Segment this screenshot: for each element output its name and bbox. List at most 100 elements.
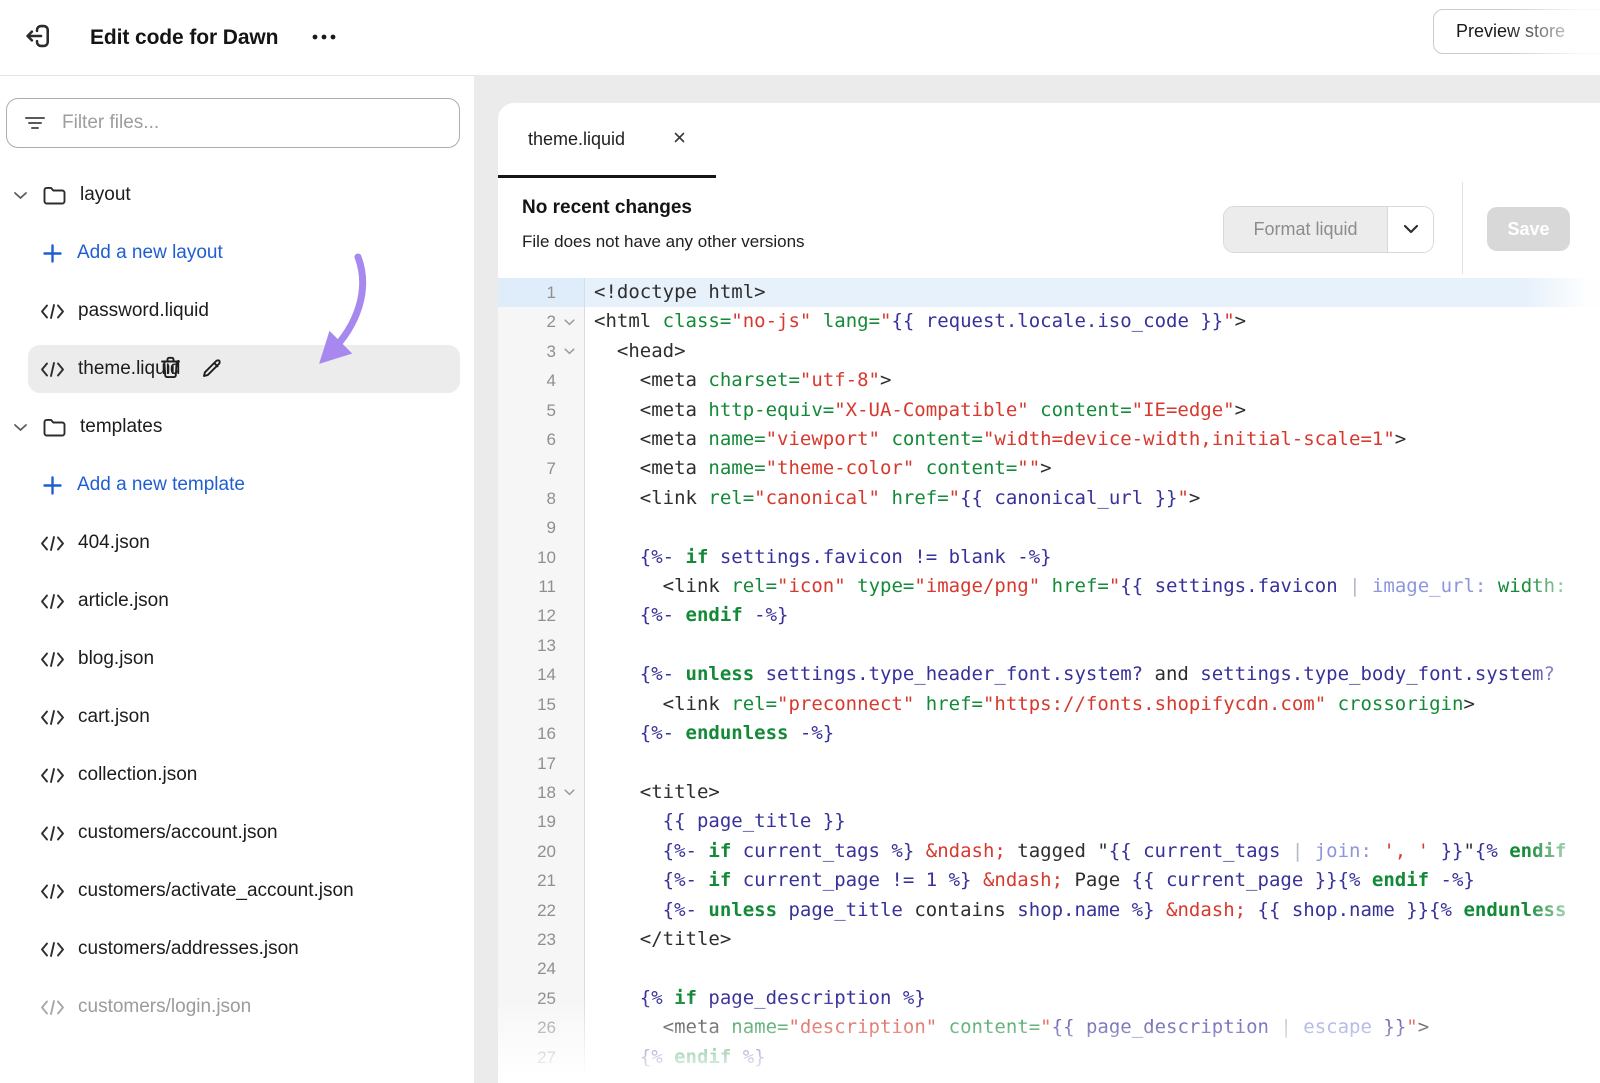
folder-layout[interactable]: layout [0,166,474,224]
fold-toggle-icon[interactable] [556,319,582,326]
code-line[interactable]: 2<html class="no-js" lang="{{ request.lo… [498,307,1600,336]
tab-theme-liquid[interactable]: theme.liquid [498,103,716,178]
tab-close-button[interactable] [669,127,690,151]
edit-button[interactable] [199,355,225,384]
code-line[interactable]: 25 {% if page_description %} [498,984,1600,1013]
code-icon [40,651,65,668]
folder-templates[interactable]: templates [0,398,474,456]
file-cart-json[interactable]: cart.json [0,688,474,746]
code-text: <head> [585,337,686,366]
code-text: {%- unless settings.type_header_font.sys… [585,660,1555,689]
file-404-json[interactable]: 404.json [0,514,474,572]
file-customers-account-json[interactable]: customers/account.json [0,804,474,862]
exit-editor-button[interactable] [20,19,56,55]
chevron-down-icon[interactable] [13,423,28,432]
add-link-label: Add a new template [77,474,245,496]
line-number: 7 [498,454,556,483]
filter-files-input[interactable] [60,111,459,135]
file-password-liquid[interactable]: password.liquid [0,282,474,340]
code-line[interactable]: 1<!doctype html> [498,278,1600,307]
code-line[interactable]: 21 {%- if current_page != 1 %} &ndash; P… [498,866,1600,895]
page-title: Edit code for Dawn [90,0,278,75]
code-text: {%- if current_page != 1 %} &ndash; Page… [585,866,1475,895]
line-number: 10 [498,543,556,572]
code-line[interactable]: 22 {%- unless page_title contains shop.n… [498,896,1600,925]
file-customers-login-json[interactable]: customers/login.json [0,978,474,1036]
gutter: 18 [498,778,585,807]
code-line[interactable]: 17 [498,749,1600,778]
code-line[interactable]: 24 [498,954,1600,983]
format-liquid-caret-button[interactable] [1387,207,1433,252]
file-customers-addresses-json[interactable]: customers/addresses.json [0,920,474,978]
folder-label: layout [80,184,131,206]
code-line[interactable]: 14 {%- unless settings.type_header_font.… [498,660,1600,689]
gutter: 20 [498,837,585,866]
gutter: 5 [498,396,585,425]
delete-button[interactable] [158,354,183,384]
code-line[interactable]: 9 [498,513,1600,542]
tab-label: theme.liquid [528,129,625,150]
code-editor[interactable]: 1<!doctype html>2<html class="no-js" lan… [498,278,1600,1083]
code-line[interactable]: 11 <link rel="icon" type="image/png" hre… [498,572,1600,601]
code-text [585,954,594,983]
code-line[interactable]: 23 </title> [498,925,1600,954]
line-number: 5 [498,396,556,425]
code-line[interactable]: 20 {%- if current_tags %} &ndash; tagged… [498,837,1600,866]
add-a-new-layout-button[interactable]: Add a new layout [0,224,474,282]
code-text: {%- unless page_title contains shop.name… [585,896,1566,925]
code-line[interactable]: 26 <meta name="description" content="{{ … [498,1013,1600,1042]
code-line[interactable]: 16 {%- endunless -%} [498,719,1600,748]
save-button[interactable]: Save [1487,207,1570,251]
gutter: 24 [498,954,585,983]
format-liquid-button[interactable]: Format liquid [1224,207,1387,252]
file-article-json[interactable]: article.json [0,572,474,630]
more-actions-button[interactable] [303,22,347,52]
tab-strip: theme.liquid [498,103,1600,178]
code-line[interactable]: 4 <meta charset="utf-8"> [498,366,1600,395]
chevron-down-icon [1403,222,1419,237]
code-line[interactable]: 13 [498,631,1600,660]
gutter: 26 [498,1013,585,1042]
trash-icon [160,356,181,382]
fold-toggle-icon[interactable] [556,348,582,355]
gutter: 16 [498,719,585,748]
editor-panel: theme.liquid No recent changes File does… [498,103,1600,1083]
plus-icon [42,243,63,264]
code-text: {%- endif -%} [585,601,788,630]
code-line[interactable]: 6 <meta name="viewport" content="width=d… [498,425,1600,454]
line-number: 27 [498,1043,556,1072]
code-line[interactable]: 5 <meta http-equiv="X-UA-Compatible" con… [498,396,1600,425]
add-link-label: Add a new layout [77,242,223,264]
code-text [585,749,594,778]
code-line[interactable]: 7 <meta name="theme-color" content=""> [498,454,1600,483]
code-text [585,631,594,660]
folder-icon [43,418,66,437]
code-line[interactable]: 10 {%- if settings.favicon != blank -%} [498,543,1600,572]
code-text: <meta http-equiv="X-UA-Compatible" conte… [585,396,1246,425]
code-line[interactable]: 3 <head> [498,337,1600,366]
code-lines: 1<!doctype html>2<html class="no-js" lan… [498,278,1600,1072]
line-number: 11 [498,572,556,601]
code-text: {%- if settings.favicon != blank -%} [585,543,1052,572]
filter-files-field[interactable] [6,98,460,148]
line-number: 19 [498,807,556,836]
gutter: 7 [498,454,585,483]
fold-toggle-icon[interactable] [556,789,582,796]
code-line[interactable]: 18 <title> [498,778,1600,807]
file-customers-activate-account-json[interactable]: customers/activate_account.json [0,862,474,920]
gutter: 17 [498,749,585,778]
file-collection-json[interactable]: collection.json [0,746,474,804]
line-number: 20 [498,837,556,866]
code-line[interactable]: 27 {% endif %} [498,1043,1600,1072]
file-blog-json[interactable]: blog.json [0,630,474,688]
gutter: 11 [498,572,585,601]
line-number: 9 [498,513,556,542]
code-line[interactable]: 8 <link rel="canonical" href="{{ canonic… [498,484,1600,513]
chevron-down-icon[interactable] [13,191,28,200]
preview-store-button[interactable]: Preview store [1433,9,1600,54]
add-a-new-template-button[interactable]: Add a new template [0,456,474,514]
code-line[interactable]: 15 <link rel="preconnect" href="https://… [498,690,1600,719]
code-line[interactable]: 19 {{ page_title }} [498,807,1600,836]
code-line[interactable]: 12 {%- endif -%} [498,601,1600,630]
file-theme-liquid[interactable]: theme.liquid [0,340,474,398]
